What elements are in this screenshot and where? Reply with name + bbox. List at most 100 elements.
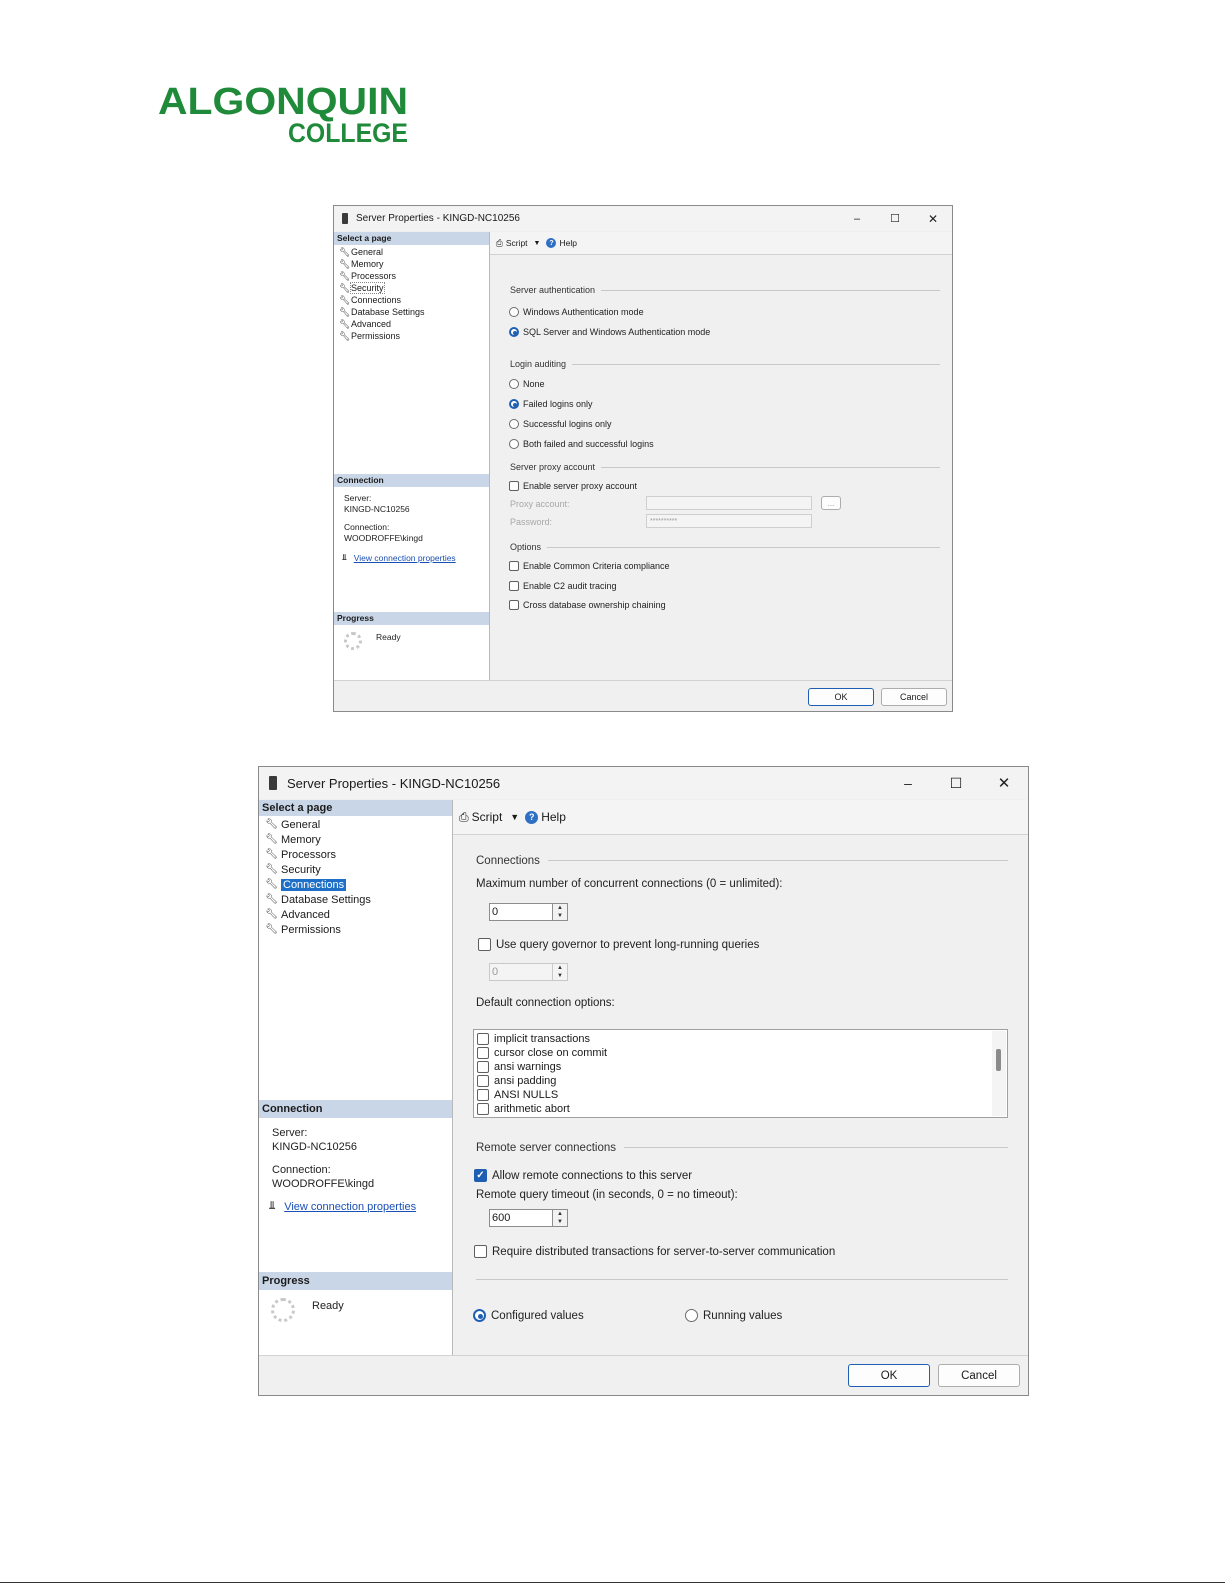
page-database-settings[interactable]: 🔧︎ Database Settings bbox=[265, 892, 371, 907]
default-connection-options-list[interactable]: implicit transactions cursor close on co… bbox=[473, 1029, 1008, 1118]
radio-button[interactable] bbox=[509, 379, 519, 389]
maximize-button[interactable]: ☐ bbox=[932, 769, 980, 797]
page-advanced[interactable]: 🔧︎ Advanced bbox=[265, 907, 330, 922]
spin-down-icon[interactable]: ▼ bbox=[553, 1218, 567, 1226]
checkbox[interactable] bbox=[477, 1047, 489, 1059]
list-item[interactable]: arithmetic abort bbox=[474, 1102, 1007, 1116]
help-button[interactable]: ? Help bbox=[525, 810, 566, 824]
audit-successful-radio[interactable]: Successful logins only bbox=[509, 418, 612, 430]
max-connections-input[interactable]: 0 bbox=[489, 903, 553, 921]
ok-button[interactable]: OK bbox=[848, 1364, 930, 1387]
query-governor-input[interactable]: 0 bbox=[489, 963, 553, 981]
option-label: ANSI NULLS bbox=[494, 1089, 559, 1101]
radio-button-selected[interactable] bbox=[473, 1309, 486, 1322]
allow-remote-checkbox[interactable]: ✓ Allow remote connections to this serve… bbox=[474, 1168, 692, 1183]
configured-values-radio[interactable]: Configured values bbox=[473, 1308, 584, 1323]
ok-button[interactable]: OK bbox=[808, 688, 874, 706]
list-scrollbar[interactable] bbox=[992, 1031, 1006, 1116]
proxy-browse-button[interactable]: ... bbox=[821, 496, 841, 510]
page-connections[interactable]: 🔧︎ Connections bbox=[265, 877, 347, 892]
spin-down-icon[interactable]: ▼ bbox=[553, 972, 567, 980]
radio-button[interactable] bbox=[509, 419, 519, 429]
checkbox[interactable] bbox=[477, 1033, 489, 1045]
page-permissions[interactable]: 🔧︎ Permissions bbox=[339, 330, 400, 342]
checkbox[interactable] bbox=[478, 938, 491, 951]
minimize-button[interactable]: – bbox=[884, 769, 932, 797]
audit-none-radio[interactable]: None bbox=[509, 378, 545, 390]
view-connection-properties[interactable]: ⫫ View connection properties bbox=[269, 1200, 416, 1213]
page-connections[interactable]: 🔧︎ Connections bbox=[339, 294, 401, 306]
radio-button-selected[interactable] bbox=[509, 399, 519, 409]
common-criteria-checkbox[interactable]: Enable Common Criteria compliance bbox=[509, 560, 670, 572]
script-dropdown-icon[interactable]: ▼ bbox=[510, 812, 519, 822]
list-item[interactable]: implicit transactions bbox=[474, 1032, 1007, 1046]
page-memory[interactable]: 🔧︎ Memory bbox=[265, 832, 321, 847]
checkbox[interactable] bbox=[477, 1103, 489, 1115]
running-values-radio[interactable]: Running values bbox=[685, 1308, 782, 1323]
checkbox[interactable] bbox=[477, 1061, 489, 1073]
spinner-arrows[interactable]: ▲ ▼ bbox=[553, 963, 568, 981]
page-security[interactable]: 🔧︎ Security bbox=[339, 282, 385, 294]
checkbox[interactable] bbox=[509, 581, 519, 591]
page-processors[interactable]: 🔧︎ Processors bbox=[265, 847, 336, 862]
max-connections-spinner[interactable]: 0 ▲ ▼ bbox=[489, 903, 568, 921]
radio-button-selected[interactable] bbox=[509, 327, 519, 337]
cancel-button[interactable]: Cancel bbox=[938, 1364, 1020, 1387]
audit-both-radio[interactable]: Both failed and successful logins bbox=[509, 438, 654, 450]
maximize-button[interactable]: ☐ bbox=[876, 208, 914, 230]
list-item[interactable]: ansi warnings bbox=[474, 1060, 1007, 1074]
checkbox[interactable] bbox=[509, 600, 519, 610]
list-item[interactable]: ANSI NULLS bbox=[474, 1088, 1007, 1102]
c2-audit-checkbox[interactable]: Enable C2 audit tracing bbox=[509, 580, 617, 592]
sql-windows-auth-radio[interactable]: SQL Server and Windows Authentication mo… bbox=[509, 326, 710, 338]
checkbox[interactable] bbox=[474, 1245, 487, 1258]
spin-down-icon[interactable]: ▼ bbox=[553, 912, 567, 920]
page-security[interactable]: 🔧︎ Security bbox=[265, 862, 321, 877]
query-governor-spinner[interactable]: 0 ▲ ▼ bbox=[489, 963, 568, 981]
checkbox[interactable] bbox=[509, 561, 519, 571]
view-connection-properties[interactable]: ⫫ View connection properties bbox=[342, 552, 456, 563]
radio-button[interactable] bbox=[509, 439, 519, 449]
script-button[interactable]: ⎙ Script bbox=[459, 810, 502, 825]
cross-db-chaining-checkbox[interactable]: Cross database ownership chaining bbox=[509, 599, 666, 611]
checkbox[interactable] bbox=[477, 1075, 489, 1087]
radio-button[interactable] bbox=[685, 1309, 698, 1322]
page-permissions[interactable]: 🔧︎ Permissions bbox=[265, 922, 341, 937]
list-item[interactable]: ansi padding bbox=[474, 1074, 1007, 1088]
query-governor-checkbox[interactable]: Use query governor to prevent long-runni… bbox=[478, 937, 759, 952]
close-button[interactable]: ✕ bbox=[914, 208, 952, 230]
spinner-arrows[interactable]: ▲ ▼ bbox=[553, 1209, 568, 1227]
view-connection-properties-link[interactable]: View connection properties bbox=[354, 553, 456, 563]
scrollbar-thumb[interactable] bbox=[996, 1049, 1001, 1071]
spin-up-icon[interactable]: ▲ bbox=[553, 904, 567, 912]
view-connection-properties-link[interactable]: View connection properties bbox=[284, 1201, 416, 1213]
page-processors[interactable]: 🔧︎ Processors bbox=[339, 270, 396, 282]
windows-auth-radio[interactable]: Windows Authentication mode bbox=[509, 306, 644, 318]
close-button[interactable]: ✕ bbox=[980, 769, 1028, 797]
checkbox-checked[interactable]: ✓ bbox=[474, 1169, 487, 1182]
page-advanced[interactable]: 🔧︎ Advanced bbox=[339, 318, 391, 330]
remote-timeout-spinner[interactable]: 600 ▲ ▼ bbox=[489, 1209, 568, 1227]
page-memory[interactable]: 🔧︎ Memory bbox=[339, 258, 384, 270]
cancel-button[interactable]: Cancel bbox=[881, 688, 947, 706]
spin-up-icon[interactable]: ▲ bbox=[553, 1210, 567, 1218]
enable-proxy-checkbox[interactable]: Enable server proxy account bbox=[509, 480, 637, 492]
script-dropdown-icon[interactable]: ▼ bbox=[534, 240, 541, 247]
help-button[interactable]: ? Help bbox=[546, 238, 577, 248]
page-general[interactable]: 🔧︎ General bbox=[339, 246, 383, 258]
distributed-transactions-checkbox[interactable]: Require distributed transactions for ser… bbox=[474, 1244, 835, 1259]
audit-failed-radio[interactable]: Failed logins only bbox=[509, 398, 593, 410]
minimize-button[interactable]: – bbox=[838, 208, 876, 230]
list-item[interactable]: cursor close on commit bbox=[474, 1046, 1007, 1060]
radio-button[interactable] bbox=[509, 307, 519, 317]
remote-timeout-input[interactable]: 600 bbox=[489, 1209, 553, 1227]
checkbox[interactable] bbox=[477, 1089, 489, 1101]
script-button[interactable]: ⎙ Script bbox=[496, 238, 528, 249]
spinner-arrows[interactable]: ▲ ▼ bbox=[553, 903, 568, 921]
checkbox[interactable] bbox=[509, 481, 519, 491]
page-database-settings[interactable]: 🔧︎ Database Settings bbox=[339, 306, 425, 318]
proxy-account-input[interactable] bbox=[646, 496, 812, 510]
password-input[interactable]: ********** bbox=[646, 514, 812, 528]
spin-up-icon[interactable]: ▲ bbox=[553, 964, 567, 972]
page-general[interactable]: 🔧︎ General bbox=[265, 817, 320, 832]
